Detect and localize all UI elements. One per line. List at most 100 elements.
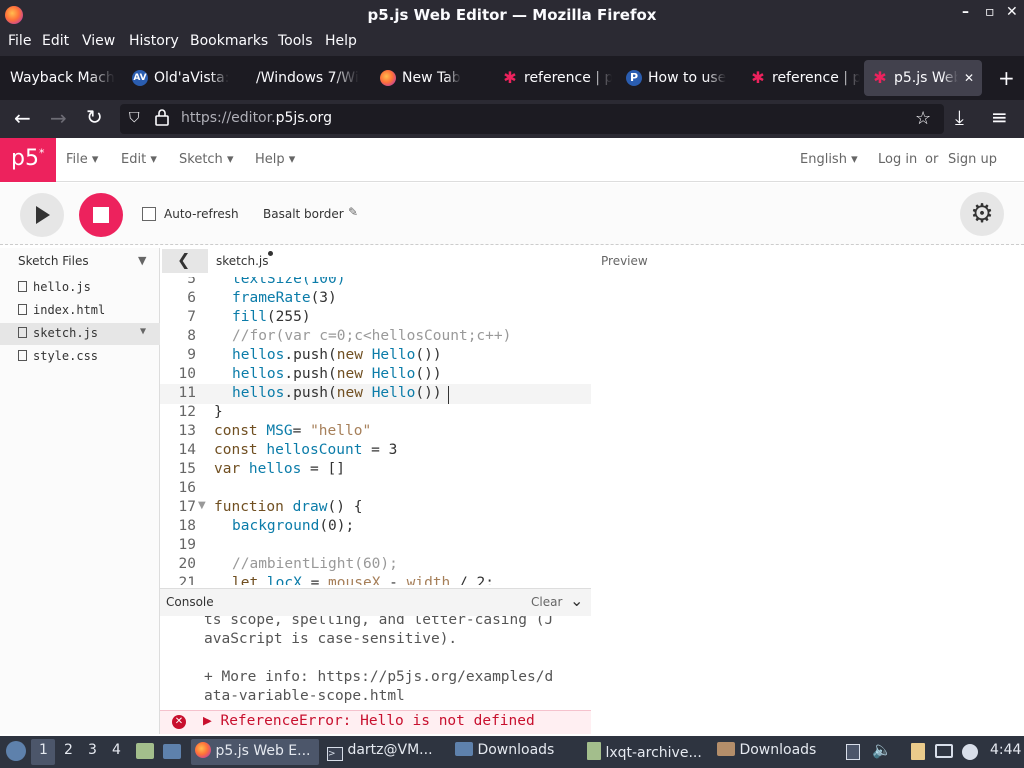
code-line: textSize(100): [232, 277, 346, 287]
collapse-sidebar-button[interactable]: ❮: [162, 249, 208, 273]
file-manager-icon[interactable]: [163, 744, 181, 759]
close-window-button[interactable]: ✕: [1006, 4, 1018, 20]
login-link[interactable]: Log in: [878, 152, 917, 167]
clock[interactable]: 4:44: [990, 742, 1021, 758]
unsaved-dot: [268, 251, 273, 256]
code-line: hellos.push(new Hello()): [232, 385, 442, 401]
tab-reference-2[interactable]: ✱ reference | p: [742, 60, 860, 96]
tab-windows7[interactable]: /Windows 7/Wi: [248, 60, 366, 96]
code-line: //ambientLight(60);: [232, 556, 398, 572]
p5-menu-file[interactable]: File ▾: [66, 152, 98, 167]
app-menu-icon[interactable]: ≡: [991, 105, 1008, 129]
p5-logo[interactable]: p5*: [0, 138, 56, 182]
settings-button[interactable]: ⚙: [960, 192, 1004, 236]
tab-label: Wayback Mach: [10, 70, 115, 86]
p5-menu-help[interactable]: Help ▾: [255, 152, 295, 167]
chevron-down-icon[interactable]: ⌄: [570, 591, 583, 610]
taskbar-item-archive[interactable]: lxqt-archive...: [583, 739, 711, 765]
close-tab-icon[interactable]: ✕: [964, 71, 974, 85]
menu-history[interactable]: History: [129, 33, 179, 49]
p5-menu-edit[interactable]: Edit ▾: [121, 152, 157, 167]
console-title: Console: [166, 595, 214, 609]
tray-app-icon[interactable]: [846, 744, 860, 760]
new-tab-plus-icon[interactable]: +: [998, 66, 1015, 90]
play-button[interactable]: [20, 193, 64, 237]
lock-icon[interactable]: [155, 108, 169, 126]
taskbar-item-downloads-1[interactable]: Downloads: [451, 739, 579, 765]
file-options-icon[interactable]: ▼: [140, 326, 146, 337]
shield-icon[interactable]: ⛉: [129, 110, 140, 126]
forward-arrow-icon[interactable]: →: [50, 106, 67, 130]
downloads-icon[interactable]: ⤓: [955, 105, 964, 129]
code-line: hellos.push(new Hello()): [232, 347, 442, 363]
menu-bookmarks[interactable]: Bookmarks: [190, 33, 268, 49]
fold-arrow-icon[interactable]: ▼: [198, 500, 206, 511]
network-icon[interactable]: [935, 744, 953, 758]
or-text: or: [925, 152, 939, 167]
file-item-index-html[interactable]: index.html: [0, 300, 160, 322]
tab-howtouse[interactable]: P How to use: [618, 60, 736, 96]
minimize-button[interactable]: –: [962, 4, 969, 20]
code-line: background(0);: [232, 518, 355, 534]
tab-wayback[interactable]: Wayback Mach: [2, 60, 120, 96]
workspace-1[interactable]: 1: [39, 742, 48, 758]
menu-edit[interactable]: Edit: [42, 33, 69, 49]
console-error-row[interactable]: ✕ ▶ ReferenceError: Hello is not defined: [160, 710, 591, 734]
clipboard-icon[interactable]: [911, 743, 925, 760]
console-clear-button[interactable]: Clear: [531, 595, 562, 609]
oldavista-icon: AV: [132, 70, 148, 86]
bookmark-star-icon[interactable]: ☆: [915, 108, 931, 129]
signup-link[interactable]: Sign up: [948, 152, 997, 167]
workspace-2[interactable]: 2: [64, 742, 73, 758]
taskbar-item-terminal[interactable]: > dartz@VM...: [323, 739, 445, 765]
sketch-name[interactable]: Basalt border: [263, 207, 344, 221]
url-bar[interactable]: ⛉ https://editor.p5js.org ☆: [120, 104, 944, 134]
pencil-icon[interactable]: ✎: [348, 205, 358, 219]
tab-oldavista[interactable]: AV Old'aVista:: [124, 60, 242, 96]
gear-icon: ⚙: [970, 199, 994, 229]
firefox-menubar: File Edit View History Bookmarks Tools H…: [0, 30, 1024, 56]
line-number: 11: [178, 385, 196, 401]
code-area[interactable]: 5 textSize(100) 6 frameRate(3) 7 fill(25…: [160, 277, 591, 585]
line-number: 6: [187, 290, 196, 306]
taskbar-item-firefox[interactable]: p5.js Web E...: [191, 739, 319, 765]
reload-icon[interactable]: ↻: [86, 105, 103, 129]
autorefresh-checkbox[interactable]: [142, 207, 156, 221]
file-item-hello-js[interactable]: hello.js: [0, 277, 160, 299]
console-header: Console Clear ⌄: [160, 588, 591, 616]
start-menu-icon[interactable]: [6, 741, 26, 761]
tab-reference-1[interactable]: ✱ reference | p: [494, 60, 612, 96]
folder-icon: [717, 742, 735, 756]
workspace-3[interactable]: 3: [88, 742, 97, 758]
menu-view[interactable]: View: [82, 33, 115, 49]
line-number: 5: [187, 277, 196, 287]
file-item-sketch-js[interactable]: sketch.js ▼: [0, 323, 160, 345]
url-text: https://editor.p5js.org: [181, 110, 332, 126]
update-icon[interactable]: [962, 744, 978, 760]
show-desktop-icon[interactable]: [136, 743, 154, 759]
back-arrow-icon[interactable]: ←: [14, 106, 31, 130]
sidebar-menu-icon[interactable]: ▼: [138, 254, 146, 267]
taskbar-item-downloads-2[interactable]: Downloads: [713, 739, 841, 765]
p5-menu-sketch[interactable]: Sketch ▾: [179, 152, 233, 167]
tab-label: p5.js Web: [894, 70, 958, 86]
tab-label: reference | p: [524, 70, 612, 86]
file-item-style-css[interactable]: style.css: [0, 346, 160, 368]
console-line: ata-variable-scope.html: [204, 688, 405, 704]
tab-newtab[interactable]: New Tab: [372, 60, 490, 96]
workspace-4[interactable]: 4: [112, 742, 121, 758]
folder-icon: [455, 742, 473, 756]
menu-tools[interactable]: Tools: [278, 33, 313, 49]
volume-icon[interactable]: 🔈: [872, 740, 892, 759]
tab-p5js-editor[interactable]: ✱ p5.js Web ✕: [864, 60, 982, 96]
line-number: 8: [187, 328, 196, 344]
restore-button[interactable]: ▫: [985, 4, 995, 20]
menu-file[interactable]: File: [8, 33, 31, 49]
firefox-icon: [380, 70, 396, 86]
stop-button[interactable]: [79, 193, 123, 237]
menu-help[interactable]: Help: [325, 33, 357, 49]
language-select[interactable]: English ▾: [800, 152, 858, 167]
line-number: 15: [178, 461, 196, 477]
preview-label: Preview: [601, 254, 648, 268]
firefox-icon: [195, 742, 211, 758]
